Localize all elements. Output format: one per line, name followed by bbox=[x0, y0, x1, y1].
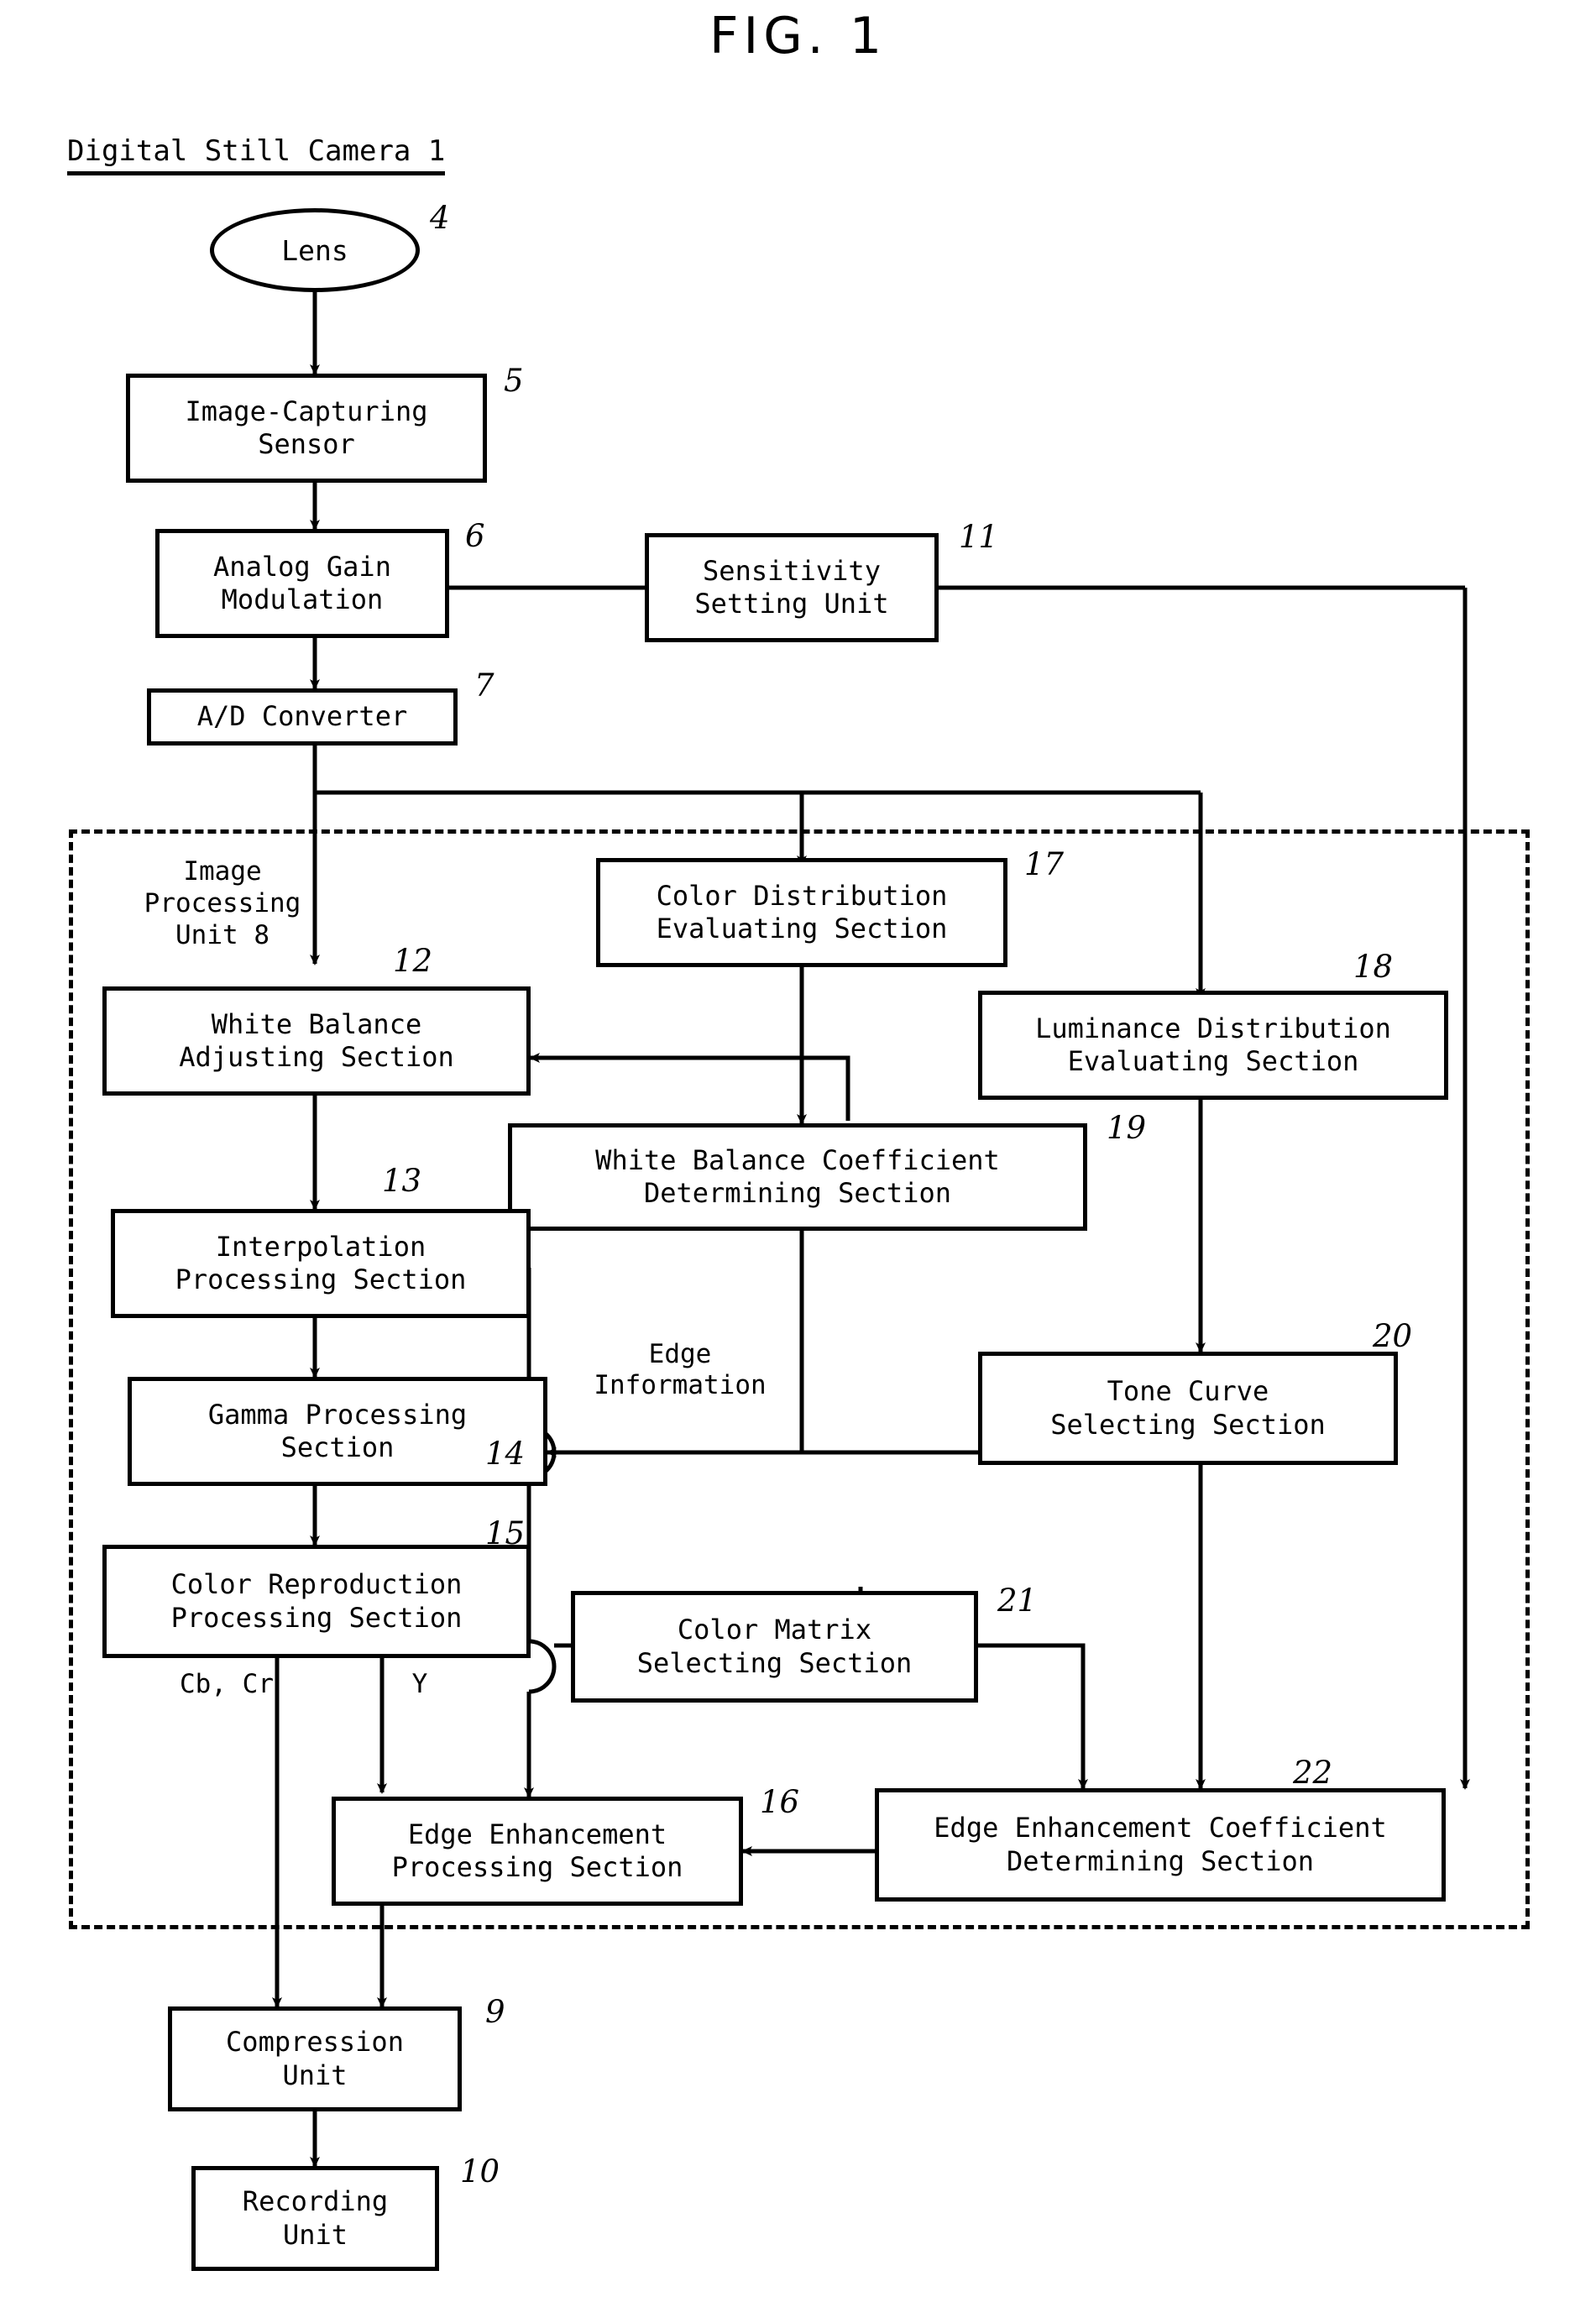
block-analog-gain-modulation[interactable]: Analog Gain Modulation bbox=[155, 529, 449, 638]
block-sensitivity-setting-unit[interactable]: Sensitivity Setting Unit bbox=[645, 533, 939, 642]
ref-21: 21 bbox=[997, 1583, 1038, 1619]
block-luminance-distribution-evaluating-section[interactable]: Luminance Distribution Evaluating Sectio… bbox=[978, 991, 1448, 1100]
ref-11: 11 bbox=[959, 519, 999, 555]
block-interpolation-processing-section[interactable]: Interpolation Processing Section bbox=[111, 1209, 531, 1318]
block-color-reproduction-processing-section-label: Color Reproduction Processing Section bbox=[170, 1568, 463, 1634]
ref-13: 13 bbox=[382, 1163, 422, 1199]
block-color-matrix-selecting-section-label: Color Matrix Selecting Section bbox=[636, 1614, 913, 1679]
block-edge-enhancement-coefficient-determining-section-label: Edge Enhancement Coefficient Determining… bbox=[934, 1812, 1387, 1877]
block-tone-curve-selecting-section-label: Tone Curve Selecting Section bbox=[1050, 1375, 1326, 1441]
figure-title: FIG. 1 bbox=[709, 7, 887, 65]
ref-7: 7 bbox=[474, 667, 494, 704]
block-analog-gain-modulation-label: Analog Gain Modulation bbox=[213, 550, 391, 615]
block-white-balance-adjusting-section[interactable]: White Balance Adjusting Section bbox=[102, 986, 531, 1096]
block-recording-unit-label: Recording Unit bbox=[242, 2185, 389, 2251]
signal-edge-information: Edge Information bbox=[594, 1339, 767, 1401]
block-sensitivity-setting-unit-label: Sensitivity Setting Unit bbox=[694, 554, 889, 620]
block-color-reproduction-processing-section[interactable]: Color Reproduction Processing Section bbox=[102, 1545, 531, 1658]
block-compression-unit[interactable]: Compression Unit bbox=[168, 2006, 462, 2111]
block-image-capturing-sensor[interactable]: Image-Capturing Sensor bbox=[126, 374, 487, 483]
block-white-balance-adjusting-section-label: White Balance Adjusting Section bbox=[179, 1007, 454, 1073]
block-lens[interactable]: Lens bbox=[210, 208, 420, 292]
block-white-balance-coefficient-determining-section-label: White Balance Coefficient Determining Se… bbox=[595, 1143, 1000, 1209]
ref-20: 20 bbox=[1373, 1318, 1413, 1354]
ref-5: 5 bbox=[504, 363, 524, 399]
block-lens-label: Lens bbox=[281, 233, 348, 267]
block-recording-unit[interactable]: Recording Unit bbox=[191, 2166, 439, 2271]
block-interpolation-processing-section-label: Interpolation Processing Section bbox=[175, 1230, 467, 1295]
signal-y: Y bbox=[411, 1669, 428, 1699]
block-edge-enhancement-processing-section-label: Edge Enhancement Processing Section bbox=[391, 1818, 683, 1883]
block-ad-converter-label: A/D Converter bbox=[196, 700, 408, 733]
block-color-distribution-evaluating-section-label: Color Distribution Evaluating Section bbox=[656, 879, 948, 944]
system-label: Digital Still Camera 1 bbox=[67, 134, 446, 175]
ref-16: 16 bbox=[760, 1784, 800, 1820]
ref-6: 6 bbox=[465, 518, 485, 554]
block-tone-curve-selecting-section[interactable]: Tone Curve Selecting Section bbox=[978, 1352, 1398, 1465]
ref-15: 15 bbox=[485, 1515, 526, 1551]
signal-cb-cr: Cb, Cr bbox=[180, 1669, 274, 1699]
block-color-matrix-selecting-section[interactable]: Color Matrix Selecting Section bbox=[571, 1591, 978, 1703]
block-white-balance-coefficient-determining-section[interactable]: White Balance Coefficient Determining Se… bbox=[508, 1123, 1087, 1231]
block-edge-enhancement-processing-section[interactable]: Edge Enhancement Processing Section bbox=[332, 1797, 743, 1906]
ref-9: 9 bbox=[485, 1994, 505, 2030]
block-gamma-processing-section[interactable]: Gamma Processing Section bbox=[128, 1377, 547, 1486]
ref-10: 10 bbox=[460, 2153, 500, 2190]
ref-14: 14 bbox=[485, 1436, 526, 1472]
ref-12: 12 bbox=[393, 943, 433, 979]
block-edge-enhancement-coefficient-determining-section[interactable]: Edge Enhancement Coefficient Determining… bbox=[875, 1788, 1446, 1902]
block-gamma-processing-section-label: Gamma Processing Section bbox=[207, 1398, 468, 1463]
patent-figure-canvas: FIG. 1 Digital Still Camera 1 Image Proc… bbox=[0, 0, 1596, 2302]
block-image-capturing-sensor-label: Image-Capturing Sensor bbox=[185, 395, 428, 460]
ref-22: 22 bbox=[1293, 1755, 1333, 1791]
image-processing-unit-label: Image Processing Unit 8 bbox=[144, 856, 301, 950]
ref-19: 19 bbox=[1107, 1110, 1147, 1146]
block-ad-converter[interactable]: A/D Converter bbox=[147, 688, 458, 746]
block-color-distribution-evaluating-section[interactable]: Color Distribution Evaluating Section bbox=[596, 858, 1007, 967]
ref-4: 4 bbox=[430, 200, 450, 236]
block-luminance-distribution-evaluating-section-label: Luminance Distribution Evaluating Sectio… bbox=[1035, 1012, 1391, 1077]
ref-18: 18 bbox=[1353, 949, 1394, 985]
block-compression-unit-label: Compression Unit bbox=[226, 2026, 404, 2091]
ref-17: 17 bbox=[1024, 846, 1065, 882]
